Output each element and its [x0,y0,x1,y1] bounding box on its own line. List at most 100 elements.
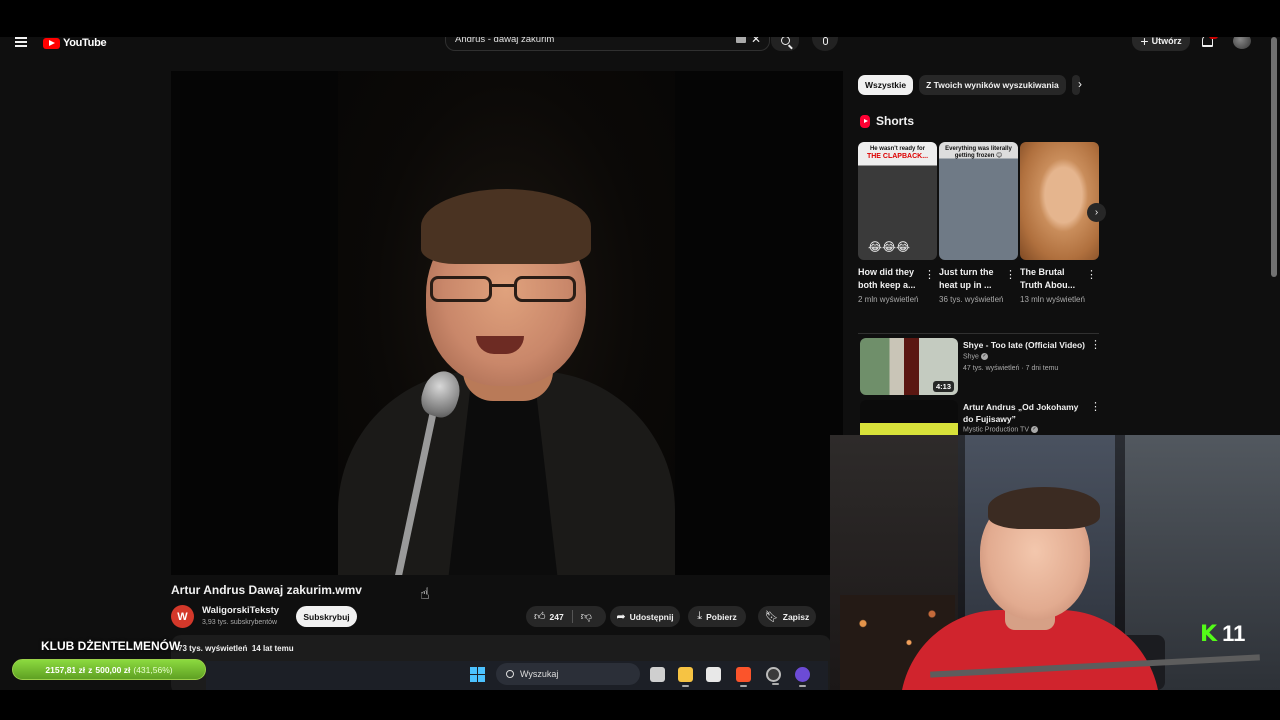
taskbar-search[interactable]: Wyszukaj [496,663,640,685]
short-card[interactable]: Everything was literally getting frozen … [939,142,1018,304]
streamer-webcam: K 11 [830,435,1280,690]
donation-goal-bar: 2157,81 zł z 500,00 zł (431,56%) [12,659,206,680]
short-thumbnail-caption: He wasn't ready for THE CLAPBACK... [866,146,929,160]
channel-avatar[interactable]: W [171,605,194,628]
short-title[interactable]: The Brutal Truth Abou... [1020,266,1082,292]
youtube-logo[interactable]: YouTube [43,37,107,49]
short-thumbnail[interactable]: He wasn't ready for THE CLAPBACK... 😂😂😂 [858,142,937,260]
recommendation-thumbnail[interactable] [860,400,958,435]
more-options-icon[interactable]: ⋮ [1090,400,1101,413]
screen: YouTube Andrus - dawaj zakurim ✕ + Utwór… [0,37,1280,690]
club-title: KLUB DŻENTELMENÓW [41,639,181,653]
like-button[interactable]: 👍︎ 247 [526,606,572,627]
chevron-right-icon[interactable]: › [1078,77,1082,91]
streamer-hair [988,487,1100,529]
subscribe-button[interactable]: Subskrybuj [296,606,357,627]
bookmark-icon: 🔖︎ [764,611,779,623]
dislike-button[interactable]: 👎︎ [573,606,600,627]
windows-taskbar: Wyszukaj [206,661,828,690]
page-scrollbar[interactable] [1271,37,1277,277]
recommendation-channel[interactable]: Mystic Production TV ✓ [963,426,1038,433]
keyboard-icon[interactable] [736,37,746,43]
short-views: 13 mln wyświetleń [1020,295,1085,304]
file-explorer-icon[interactable] [678,667,693,687]
short-views: 36 tys. wyświetleń [939,295,1004,304]
like-count: 247 [549,611,564,622]
account-avatar[interactable] [1233,37,1251,49]
notification-badge [1209,37,1218,39]
video-player[interactable]: ☝ [171,71,843,603]
download-label: Pobierz [706,611,737,622]
more-options-icon[interactable]: ⋮ [1086,268,1097,281]
plus-icon: + [1140,37,1149,49]
obs-icon[interactable] [766,667,781,685]
upload-age: 14 lat temu [251,644,294,653]
search-icon [506,670,514,678]
taskbar-search-label: Wyszukaj [520,669,559,679]
chip-all[interactable]: Wszystkie [858,75,914,95]
laughing-emoji-icons: 😂😂😂 [868,240,911,254]
windows-start-icon[interactable] [470,667,485,682]
recommendation-title[interactable]: Shye - Too late (Official Video) [963,340,1091,352]
brave-browser-icon[interactable] [736,667,751,687]
search-input[interactable]: Andrus - dawaj zakurim ✕ [445,37,770,51]
chip-from-search[interactable]: Z Twoich wyników wyszukiwania [919,75,1066,95]
channel-name[interactable]: WaligorskiTeksty [202,605,279,616]
more-options-icon[interactable]: ⋮ [1090,338,1101,351]
download-icon: ⤓ [697,610,703,622]
recommendation-channel[interactable]: Shye ✓ [963,353,988,360]
video-frame [338,71,675,575]
masthead: YouTube Andrus - dawaj zakurim ✕ + Utwór… [0,37,1280,53]
share-label: Udostępnij [629,611,674,622]
short-card[interactable]: He wasn't ready for THE CLAPBACK... 😂😂😂 … [858,142,937,304]
recommendation-item[interactable]: 4:13 Shye - Too late (Official Video) Sh… [858,338,1108,398]
more-options-icon[interactable]: ⋮ [924,268,935,281]
view-count: 73 tys. wyświetleń [178,644,248,653]
short-views: 2 mln wyświetleń [858,295,919,304]
video-person-glasses [430,276,580,304]
kick-number: 11 [1222,621,1246,646]
task-view-icon[interactable] [650,667,665,682]
download-button[interactable]: ⤓ Pobierz [688,606,746,627]
thumbs-up-icon: 👍︎ [534,611,546,623]
thumbs-down-icon: 👎︎ [580,611,592,623]
short-title[interactable]: Just turn the heat up in ... [939,266,1001,292]
short-thumbnail[interactable] [1020,142,1099,260]
microphone-icon [822,37,828,45]
shorts-title: Shorts [876,114,915,128]
short-thumbnail-caption: Everything was literally getting frozen … [945,146,1012,159]
recommendation-item[interactable]: Artur Andrus „Od Jokohamy do Fujisawy” M… [858,400,1108,435]
recommendation-thumbnail[interactable]: 4:13 [860,338,958,395]
like-dislike-bar: 👍︎ 247 👎︎ [526,606,606,627]
search-icon [780,37,790,45]
share-icon: ➦ [616,611,626,623]
voice-search-button[interactable] [812,37,838,51]
search-button[interactable] [771,37,799,51]
short-thumbnail[interactable]: Everything was literally getting frozen … [939,142,1018,260]
short-title[interactable]: How did they both keep a... [858,266,920,292]
logo-text: YouTube [63,37,107,49]
hamburger-menu-icon[interactable] [15,37,27,47]
channel-subscriber-count: 3,93 tys. subskrybentów [202,619,278,626]
shorts-next-chevron-icon[interactable]: › [1087,203,1106,222]
video-title: Artur Andrus Dawaj zakurim.wmv [171,583,362,597]
recommendation-title[interactable]: Artur Andrus „Od Jokohamy do Fujisawy” [963,402,1091,425]
create-button[interactable]: + Utwórz [1132,37,1190,51]
recommendation-meta: 47 tys. wyświetleń · 7 dni temu [963,365,1059,372]
more-options-icon[interactable]: ⋮ [1005,268,1016,281]
video-meta: 73 tys. wyświetleń 14 lat temu [178,644,294,653]
share-button[interactable]: ➦ Udostępnij [610,606,680,627]
shorts-icon [860,114,870,128]
save-button[interactable]: 🔖︎ Zapisz [758,606,816,627]
section-divider [858,333,1099,334]
kick-logo-icon: K [1200,621,1218,647]
short-card[interactable]: The Brutal Truth Abou... 13 mln wyświetl… [1020,142,1099,304]
snipping-tool-icon[interactable] [706,667,721,682]
shorts-heading: Shorts [860,114,914,128]
app-icon[interactable] [795,667,810,687]
clear-search-icon[interactable]: ✕ [751,37,761,46]
kick-badge: K 11 [1200,621,1245,647]
save-label: Zapisz [782,611,810,622]
donation-goal-text: 2157,81 zł z 500,00 zł (431,56%) [13,660,205,679]
goal-separator: z [88,664,93,675]
